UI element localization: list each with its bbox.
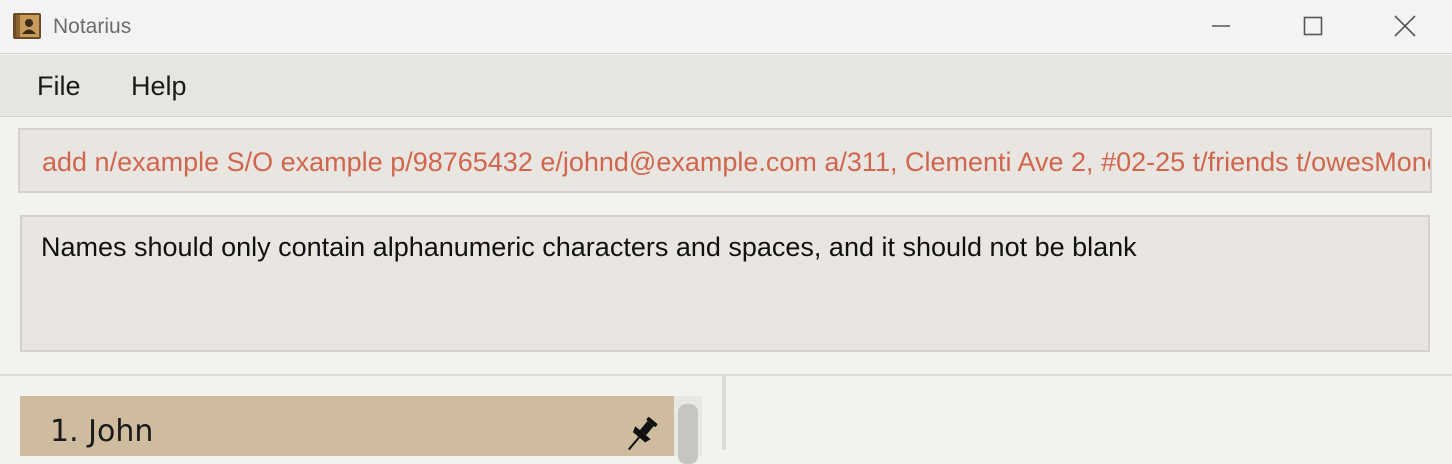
scrollbar-thumb[interactable]: [678, 404, 698, 464]
close-icon: [1394, 15, 1416, 37]
command-input[interactable]: add n/example S/O example p/98765432 e/j…: [18, 128, 1432, 193]
maximize-button[interactable]: [1267, 0, 1359, 52]
menu-help[interactable]: Help: [131, 71, 187, 101]
minimize-icon: [1212, 25, 1230, 27]
menu-bar: File Help: [0, 55, 1452, 117]
minimize-button[interactable]: [1175, 0, 1267, 52]
result-message: Names should only contain alphanumeric c…: [41, 232, 1137, 262]
address-book-icon: [13, 13, 41, 39]
person-list-scrollbar[interactable]: [674, 396, 702, 464]
menu-file[interactable]: File: [37, 71, 81, 101]
command-input-text: add n/example S/O example p/98765432 e/j…: [42, 147, 1432, 177]
window-title: Notarius: [53, 15, 132, 38]
close-button[interactable]: [1359, 0, 1451, 52]
person-name: 1. John: [50, 414, 154, 449]
detail-panel: [726, 376, 1452, 450]
result-display[interactable]: Names should only contain alphanumeric c…: [20, 215, 1430, 352]
title-bar: Notarius: [0, 0, 1452, 54]
person-card[interactable]: 1. John: [20, 396, 674, 456]
maximize-icon: [1303, 16, 1323, 36]
